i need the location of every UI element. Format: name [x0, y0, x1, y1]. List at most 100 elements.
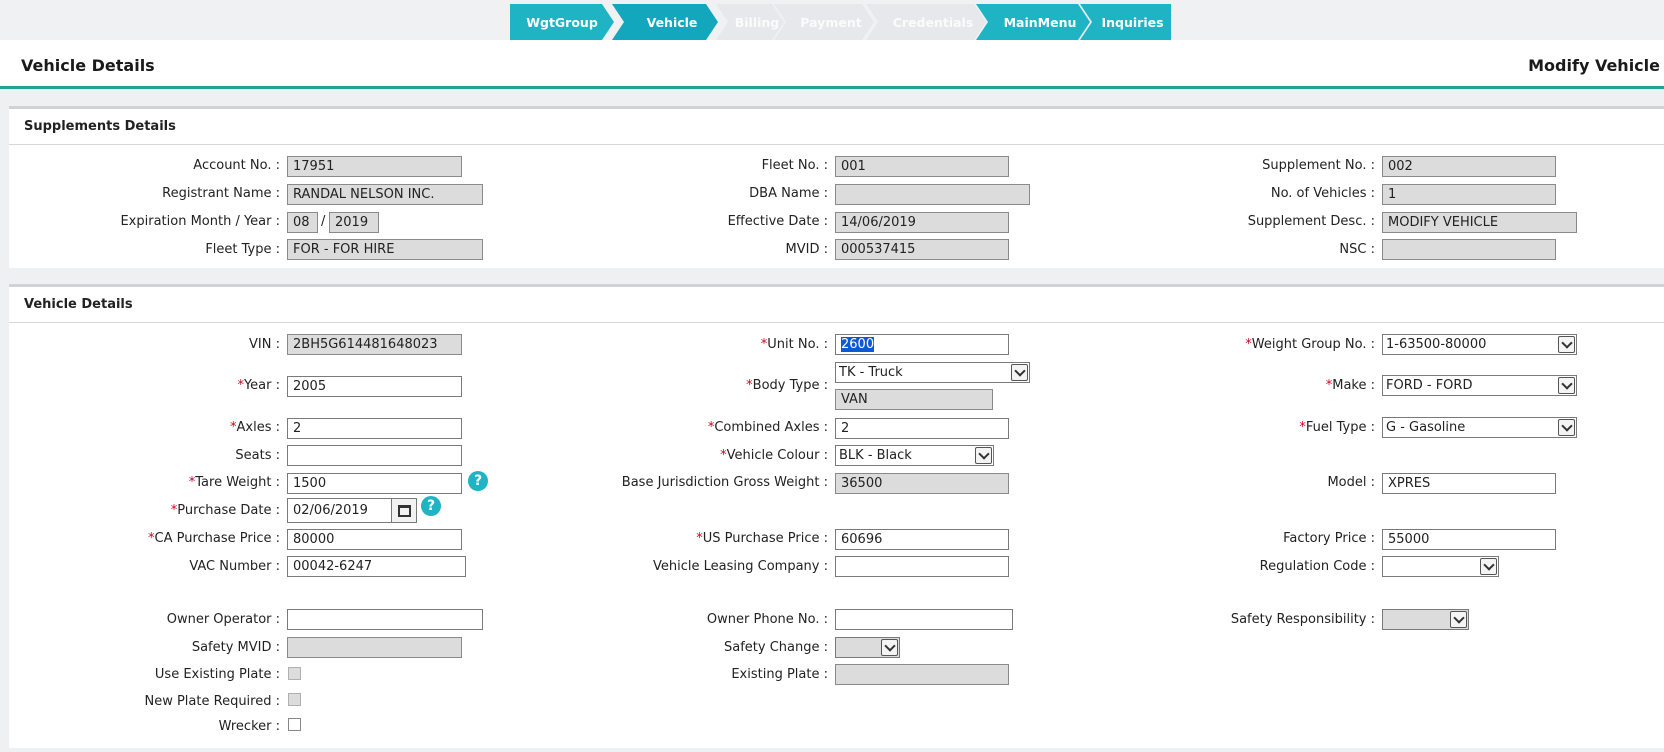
fleet-no-label: Fleet No. : [761, 158, 828, 173]
fleet-type-label: Fleet Type : [205, 242, 280, 257]
base-jurisdiction-gross-weight-label: Base Jurisdiction Gross Weight : [621, 475, 828, 490]
vac-number-input[interactable]: 00042-6247 [287, 556, 466, 577]
step-credentials: Credentials [866, 4, 986, 40]
safety-mvid-label: Safety MVID : [191, 640, 280, 655]
chevron-down-icon [1558, 419, 1575, 436]
step-billing: Billing [716, 4, 784, 40]
ca-purchase-price-input[interactable]: 80000 [287, 529, 462, 550]
new-plate-required-checkbox [288, 693, 301, 706]
wizard-steps: WgtGroup Vehicle Billing Payment Credent… [0, 0, 1664, 40]
effective-date-field: 14/06/2019 [835, 212, 1009, 233]
supplement-no-field: 002 [1382, 156, 1556, 177]
chevron-down-icon [1480, 558, 1497, 575]
wrecker-label: Wrecker : [218, 719, 280, 734]
purchase-date-input[interactable]: 02/06/2019 [287, 498, 392, 523]
nsc-field [1382, 239, 1556, 260]
existing-plate-label: Existing Plate : [731, 667, 828, 682]
owner-operator-input[interactable] [287, 609, 483, 630]
regulation-code-label: Regulation Code : [1259, 559, 1375, 574]
chevron-down-icon [881, 639, 898, 656]
dba-name-label: DBA Name : [749, 186, 828, 201]
vehicle-colour-select[interactable]: BLK - Black [835, 445, 994, 466]
registrant-name-label: Registrant Name : [162, 186, 280, 201]
existing-plate-field [835, 664, 1009, 685]
tare-weight-label: *Tare Weight : [188, 475, 280, 490]
vehicle-panel-title: Vehicle Details [9, 287, 1664, 323]
safety-responsibility-label: Safety Responsibility : [1230, 612, 1375, 627]
step-wgtgroup[interactable]: WgtGroup [510, 4, 614, 40]
dba-name-field [835, 184, 1030, 205]
tare-weight-help-icon[interactable]: ? [468, 471, 488, 491]
vin-field: 2BH5G614481648023 [287, 334, 462, 355]
vehicle-colour-label: *Vehicle Colour : [720, 448, 828, 463]
step-payment: Payment [774, 4, 874, 40]
regulation-code-select[interactable] [1382, 556, 1499, 577]
fuel-type-select[interactable]: G - Gasoline [1382, 417, 1577, 438]
weight-group-no-select[interactable]: 1-63500-80000 [1382, 334, 1577, 355]
step-vehicle[interactable]: Vehicle [612, 4, 718, 40]
page-mode-title: Modify Vehicle [1528, 56, 1660, 75]
account-no-field: 17951 [287, 156, 462, 177]
supplement-desc-field: MODIFY VEHICLE [1382, 212, 1577, 233]
safety-change-select [835, 637, 900, 658]
fleet-type-field: FOR - FOR HIRE [287, 239, 483, 260]
vin-label: VIN : [249, 337, 280, 352]
body-type-label: *Body Type : [746, 378, 828, 393]
make-select[interactable]: FORD - FORD [1382, 375, 1577, 396]
unit-no-label: *Unit No. : [760, 337, 828, 352]
page-title: Vehicle Details [21, 56, 155, 75]
make-label: *Make : [1325, 378, 1375, 393]
new-plate-required-label: New Plate Required : [144, 694, 280, 709]
model-input[interactable]: XPRES [1382, 473, 1556, 494]
calendar-icon[interactable] [391, 498, 417, 523]
account-no-label: Account No. : [193, 158, 280, 173]
unit-no-input[interactable]: 2600 [835, 334, 1009, 355]
supplement-no-label: Supplement No. : [1262, 158, 1375, 173]
expiration-year-field: 2019 [329, 212, 379, 233]
expiration-month-field: 08 [287, 212, 318, 233]
base-jurisdiction-gross-weight-field: 36500 [835, 473, 1009, 494]
nsc-label: NSC : [1339, 242, 1375, 257]
axles-input[interactable]: 2 [287, 418, 462, 439]
chevron-down-icon [1450, 611, 1467, 628]
year-label: *Year : [237, 378, 280, 393]
model-label: Model : [1327, 475, 1375, 490]
vehicle-leasing-company-label: Vehicle Leasing Company : [653, 559, 828, 574]
chevron-down-icon [1011, 364, 1028, 381]
mvid-label: MVID : [785, 242, 828, 257]
combined-axles-input[interactable]: 2 [835, 418, 1009, 439]
owner-operator-label: Owner Operator : [166, 612, 280, 627]
no-of-vehicles-field: 1 [1382, 184, 1556, 205]
ca-purchase-price-label: *CA Purchase Price : [148, 531, 280, 546]
no-of-vehicles-label: No. of Vehicles : [1270, 186, 1375, 201]
step-inquiries[interactable]: Inquiries [1080, 4, 1171, 40]
body-type-select[interactable]: TK - Truck [835, 362, 1030, 383]
body-type-sub-field: VAN [835, 389, 993, 410]
safety-change-label: Safety Change : [724, 640, 828, 655]
axles-label: *Axles : [230, 420, 280, 435]
owner-phone-no-input[interactable] [835, 609, 1013, 630]
registrant-name-field: RANDAL NELSON INC. [287, 184, 483, 205]
safety-mvid-field [287, 637, 462, 658]
us-purchase-price-input[interactable]: 60696 [835, 529, 1009, 550]
use-existing-plate-checkbox [288, 667, 301, 680]
wrecker-checkbox[interactable] [288, 718, 301, 731]
expiration-label: Expiration Month / Year : [120, 214, 280, 229]
fleet-no-field: 001 [835, 156, 1009, 177]
mvid-field: 000537415 [835, 239, 1009, 260]
safety-responsibility-select [1382, 609, 1469, 630]
year-input[interactable]: 2005 [287, 376, 462, 397]
combined-axles-label: *Combined Axles : [707, 420, 828, 435]
seats-input[interactable] [287, 445, 462, 466]
purchase-date-label: *Purchase Date : [170, 503, 280, 518]
owner-phone-no-label: Owner Phone No. : [706, 612, 828, 627]
factory-price-label: Factory Price : [1283, 531, 1375, 546]
unit-no-selected-text: 2600 [841, 337, 875, 352]
step-mainmenu[interactable]: MainMenu [976, 4, 1090, 40]
chevron-down-icon [975, 447, 992, 464]
purchase-date-help-icon[interactable]: ? [421, 496, 441, 516]
page-header: Vehicle Details Modify Vehicle [0, 40, 1664, 89]
vehicle-leasing-company-input[interactable] [835, 556, 1009, 577]
factory-price-input[interactable]: 55000 [1382, 529, 1556, 550]
tare-weight-input[interactable]: 1500 [287, 473, 462, 494]
